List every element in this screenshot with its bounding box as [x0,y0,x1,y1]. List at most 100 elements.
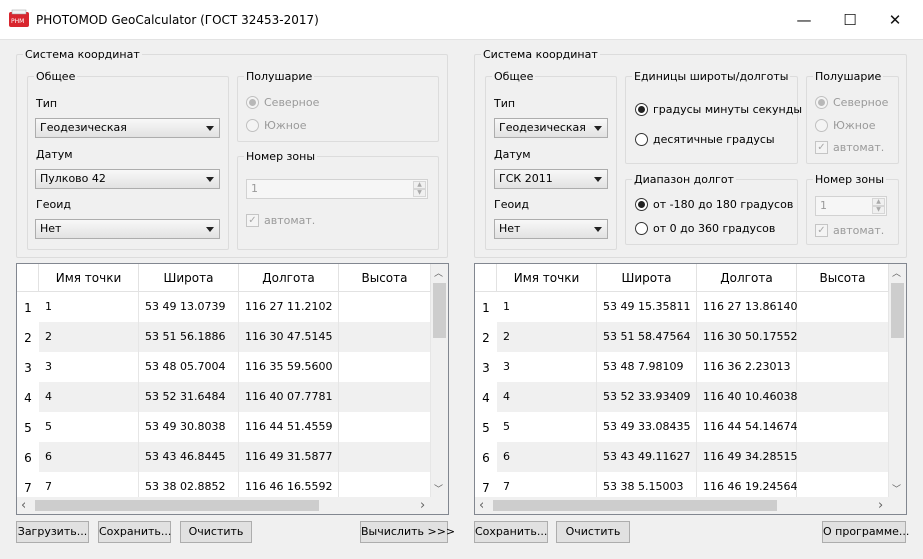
scroll-down-icon[interactable]: ﹀ [434,482,443,495]
row-number[interactable]: 7 [475,481,497,495]
right-points-table[interactable]: Имя точки Широта Долгота Высота 1 1 53 49 15.3… [474,263,907,515]
column-header[interactable]: Широта [597,264,697,292]
table-cell[interactable]: 1 [39,292,139,322]
left-datum-combo[interactable]: Пулково 42 [35,169,220,189]
column-header[interactable]: Имя точки [39,264,139,292]
about-button[interactable]: О программе... [822,521,909,543]
column-header[interactable]: Имя точки [497,264,597,292]
table-cell[interactable] [339,322,431,352]
left-type-combo[interactable]: Геодезическая [35,118,220,138]
row-number[interactable]: 2 [17,331,39,345]
spin-down-icon[interactable]: ▼ [413,189,426,197]
scrollbar-thumb[interactable] [891,283,904,338]
table-cell[interactable]: 116 44 54.14674 [697,412,797,442]
table-cell[interactable]: 116 36 2.23013 [697,352,797,382]
table-cell[interactable]: 4 [39,382,139,412]
row-number[interactable]: 3 [17,361,39,375]
table-cell[interactable]: 53 49 33.08435 [597,412,697,442]
right-zone-spinbox[interactable]: 1 ▲ ▼ [815,196,887,216]
load-button[interactable]: Загрузить... [16,521,89,543]
table-cell[interactable]: 5 [39,412,139,442]
table-cell[interactable] [797,352,889,382]
table-cell[interactable]: 3 [497,352,597,382]
units-decimal-radio[interactable] [635,133,648,146]
column-header[interactable]: Высота [797,264,889,292]
table-cell[interactable] [797,412,889,442]
table-cell[interactable]: 53 51 56.1886 [139,322,239,352]
table-cell[interactable]: 116 27 11.2102 [239,292,339,322]
row-number[interactable]: 4 [17,391,39,405]
table-cell[interactable] [797,292,889,322]
table-cell[interactable]: 116 44 51.4559 [239,412,339,442]
table-cell[interactable]: 116 40 07.7781 [239,382,339,412]
left-north-radio[interactable] [246,96,259,109]
table-cell[interactable]: 6 [497,442,597,472]
clear-left-button[interactable]: Очистить [180,521,252,543]
table-cell[interactable]: 5 [497,412,597,442]
table-cell[interactable]: 116 35 59.5600 [239,352,339,382]
left-geoid-combo[interactable]: Нет [35,219,220,239]
table-cell[interactable] [339,412,431,442]
column-header[interactable]: Долгота [697,264,797,292]
table-cell[interactable]: 53 48 05.7004 [139,352,239,382]
table-cell[interactable]: 53 52 33.93409 [597,382,697,412]
table-cell[interactable]: 1 [497,292,597,322]
row-number[interactable]: 6 [17,451,39,465]
row-number[interactable]: 4 [475,391,497,405]
table-cell[interactable] [339,352,431,382]
scrollbar-thumb[interactable] [433,283,446,338]
right-hemisphere-auto-checkbox[interactable]: ✓ [815,141,828,154]
clear-right-button[interactable]: Очистить [556,521,630,543]
row-number[interactable]: 6 [475,451,497,465]
table-cell[interactable]: 53 43 49.11627 [597,442,697,472]
table-cell[interactable]: 4 [497,382,597,412]
column-header[interactable]: Высота [339,264,431,292]
units-dms-radio[interactable] [635,103,648,116]
table-cell[interactable]: 53 43 46.8445 [139,442,239,472]
maximize-button[interactable]: ☐ [827,0,873,40]
table-cell[interactable] [339,442,431,472]
scroll-left-icon[interactable]: ‹ [21,498,26,513]
table-cell[interactable]: 116 40 10.46038 [697,382,797,412]
scrollbar-thumb[interactable] [493,500,777,511]
right-type-combo[interactable]: Геодезическая [494,118,608,138]
table-cell[interactable]: 53 49 15.35811 [597,292,697,322]
table-cell[interactable]: 53 49 30.8038 [139,412,239,442]
left-south-radio[interactable] [246,119,259,132]
range-180-radio[interactable] [635,198,648,211]
range-360-radio[interactable] [635,222,648,235]
row-number[interactable]: 1 [17,301,39,315]
spin-down-icon[interactable]: ▼ [872,206,885,214]
right-zone-auto-checkbox[interactable]: ✓ [815,224,828,237]
table-cell[interactable]: 116 27 13.86140 [697,292,797,322]
minimize-button[interactable]: — [781,0,827,40]
table-cell[interactable] [797,442,889,472]
spin-up-icon[interactable]: ▲ [872,198,885,206]
save-right-button[interactable]: Сохранить... [474,521,548,543]
compute-button[interactable]: Вычислить >>> [360,521,455,543]
table-cell[interactable]: 53 52 31.6484 [139,382,239,412]
row-number[interactable]: 1 [475,301,497,315]
save-left-button[interactable]: Сохранить... [98,521,171,543]
scroll-right-icon[interactable]: › [878,498,883,513]
row-number[interactable]: 5 [17,421,39,435]
table-cell[interactable]: 2 [497,322,597,352]
table-cell[interactable] [339,382,431,412]
row-number[interactable]: 7 [17,481,39,495]
right-north-radio[interactable] [815,96,828,109]
table-cell[interactable]: 53 48 7.98109 [597,352,697,382]
table-cell[interactable] [797,322,889,352]
scroll-up-icon[interactable]: ︿ [892,266,901,279]
close-button[interactable]: ✕ [872,0,918,40]
row-number[interactable]: 3 [475,361,497,375]
right-datum-combo[interactable]: ГСК 2011 [494,169,608,189]
scroll-left-icon[interactable]: ‹ [479,498,484,513]
scroll-right-icon[interactable]: › [420,498,425,513]
table-cell[interactable]: 53 51 58.47564 [597,322,697,352]
left-auto-checkbox[interactable]: ✓ [246,214,259,227]
table-cell[interactable] [339,292,431,322]
spin-up-icon[interactable]: ▲ [413,181,426,189]
table-cell[interactable]: 116 30 47.5145 [239,322,339,352]
left-points-table[interactable]: Имя точки Широта Долгота Высота 1 1 53 49 13.0… [16,263,449,515]
table-cell[interactable]: 2 [39,322,139,352]
